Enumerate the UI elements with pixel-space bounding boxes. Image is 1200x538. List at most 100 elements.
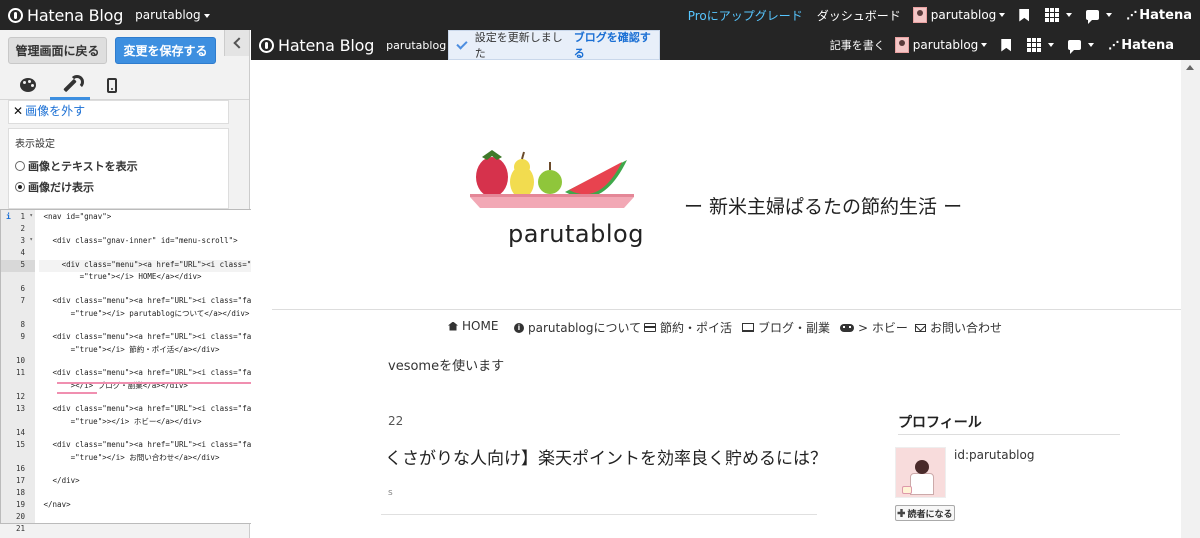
hatena-blog-logo[interactable]: Hatena Blog bbox=[8, 6, 123, 25]
display-settings: 表示設定 画像とテキストを表示 画像だけ表示 bbox=[8, 128, 229, 209]
line-number: 13 bbox=[1, 404, 35, 416]
avatar-cake bbox=[902, 486, 912, 494]
blog-selector[interactable]: parutablog bbox=[386, 38, 456, 52]
user-menu[interactable]: parutablog bbox=[894, 37, 988, 53]
strawberry-shape bbox=[476, 157, 508, 197]
radio-image-and-text[interactable]: 画像とテキストを表示 bbox=[15, 158, 222, 174]
plate-rim bbox=[470, 194, 634, 197]
chevron-left-icon bbox=[233, 37, 245, 49]
entry-title-link[interactable]: くさがりな人向け】楽天ポイントを効率良く貯めるには？ bbox=[385, 444, 827, 469]
envelope-icon bbox=[915, 323, 926, 332]
check-icon bbox=[456, 37, 468, 50]
profile-avatar[interactable] bbox=[895, 447, 946, 498]
line-number: 15 bbox=[1, 440, 35, 452]
nav-item-blog-side-job[interactable]: ブログ・副業 bbox=[742, 319, 830, 336]
update-toast: 設定を更新しました ブログを確認する bbox=[448, 30, 660, 60]
user-avatar bbox=[894, 37, 909, 53]
hatena-brand-link[interactable]: ⋰ Hatena bbox=[1126, 8, 1192, 23]
line-number: 6 bbox=[1, 284, 35, 296]
tab-smartphone[interactable] bbox=[92, 70, 132, 100]
nav-item-home[interactable]: HOME bbox=[448, 319, 498, 333]
dashboard-link[interactable]: ダッシュボード bbox=[817, 7, 901, 24]
user-name: parutablog bbox=[930, 8, 997, 22]
caret-down-icon bbox=[981, 43, 988, 47]
close-icon: ✕ bbox=[13, 104, 24, 118]
tab-customize[interactable] bbox=[50, 70, 90, 100]
plate-shape bbox=[470, 197, 634, 208]
home-icon bbox=[448, 321, 458, 331]
info-circle-icon: i bbox=[514, 322, 524, 333]
collapse-panel-button[interactable] bbox=[224, 30, 249, 56]
blog-header: parutablog ー 新米主婦ぱるたの節約生活 ー bbox=[272, 57, 1181, 310]
tab-design[interactable] bbox=[8, 70, 48, 100]
write-entry-link[interactable]: 記事を書く bbox=[830, 37, 885, 53]
line-number bbox=[1, 344, 35, 356]
line-number bbox=[1, 452, 35, 464]
hatena-brand-link[interactable]: ⋰ Hatena bbox=[1108, 38, 1174, 53]
save-changes-button[interactable]: 変更を保存する bbox=[115, 37, 216, 64]
line-number: 10 bbox=[1, 356, 35, 368]
line-number: 20 bbox=[1, 512, 35, 524]
line-number-text: 6 bbox=[20, 284, 25, 293]
line-number-text: 10 bbox=[15, 356, 25, 365]
speech-bubble-icon bbox=[1086, 10, 1100, 24]
fruit-logo-illustration bbox=[470, 150, 634, 208]
nav-label: parutablogについて bbox=[528, 321, 642, 335]
speech-bubble-icon bbox=[1068, 40, 1082, 54]
scroll-up-icon[interactable] bbox=[1186, 65, 1194, 70]
line-number-text: 15 bbox=[15, 440, 25, 449]
hatena-blog-logo[interactable]: Hatena Blog bbox=[259, 36, 374, 55]
palette-icon bbox=[20, 78, 36, 92]
nav-label: > ホビー bbox=[858, 321, 908, 335]
line-number-text: 9 bbox=[20, 332, 25, 341]
notifications-menu[interactable] bbox=[1068, 40, 1095, 54]
fold-toggle-icon[interactable]: ▾ bbox=[29, 212, 33, 219]
grid-icon bbox=[1027, 38, 1042, 52]
credit-card-icon bbox=[644, 323, 656, 332]
nav-item-about[interactable]: i parutablogについて bbox=[514, 319, 641, 336]
line-number: 17 bbox=[1, 476, 35, 488]
blog-selector[interactable]: parutablog bbox=[135, 8, 210, 22]
nav-item-saving[interactable]: 節約・ポイ活 bbox=[644, 319, 732, 336]
line-number: 18 bbox=[1, 488, 35, 500]
avatar-face bbox=[915, 460, 929, 474]
line-number-text: 16 bbox=[15, 464, 25, 473]
back-to-admin-button[interactable]: 管理画面に戻る bbox=[8, 37, 107, 64]
radio-button[interactable] bbox=[15, 161, 25, 171]
nav-item-contact[interactable]: お問い合わせ bbox=[915, 319, 1002, 336]
entry-date: 22 bbox=[388, 414, 404, 428]
panel-tabs bbox=[0, 70, 249, 100]
apps-menu[interactable] bbox=[1045, 8, 1073, 22]
line-number: 21 bbox=[1, 524, 35, 536]
line-number: 1 ▾ bbox=[1, 212, 35, 224]
line-number: 12 bbox=[1, 392, 35, 404]
wrench-icon bbox=[62, 74, 84, 92]
subscribe-label: 読者になる bbox=[907, 509, 953, 520]
plus-icon bbox=[897, 509, 906, 517]
line-number-text: 14 bbox=[15, 428, 25, 437]
underline-annotation bbox=[57, 392, 97, 394]
line-number-text: 11 bbox=[15, 368, 25, 377]
avatar-body bbox=[910, 473, 934, 495]
subscribe-button[interactable]: 読者になる bbox=[895, 505, 955, 521]
pro-upgrade-link[interactable]: Proにアップグレード bbox=[688, 7, 803, 24]
nav-item-hobby[interactable]: > ホビー bbox=[840, 319, 908, 336]
fold-toggle-icon[interactable]: ▾ bbox=[29, 236, 33, 243]
profile-id-link[interactable]: id:parutablog bbox=[954, 448, 1034, 462]
user-menu[interactable]: parutablog bbox=[912, 7, 1006, 23]
bookmark-icon[interactable] bbox=[1001, 38, 1012, 52]
line-number-text: 13 bbox=[15, 404, 25, 413]
blog-selector-label: parutablog bbox=[386, 38, 447, 52]
bookmark-icon[interactable] bbox=[1019, 8, 1030, 22]
line-number: 14 bbox=[1, 428, 35, 440]
notifications-menu[interactable] bbox=[1086, 10, 1113, 24]
remove-image-link[interactable]: ✕ 画像を外す bbox=[8, 100, 229, 124]
caret-down-icon bbox=[1088, 43, 1095, 47]
preview-scrollbar[interactable] bbox=[1181, 60, 1200, 538]
radio-label: 画像とテキストを表示 bbox=[28, 160, 138, 173]
line-number-text: 3 bbox=[20, 236, 25, 245]
apps-menu[interactable] bbox=[1027, 38, 1055, 52]
radio-image-only[interactable]: 画像だけ表示 bbox=[15, 179, 222, 195]
apple-shape bbox=[538, 170, 562, 194]
radio-button[interactable] bbox=[15, 182, 25, 192]
